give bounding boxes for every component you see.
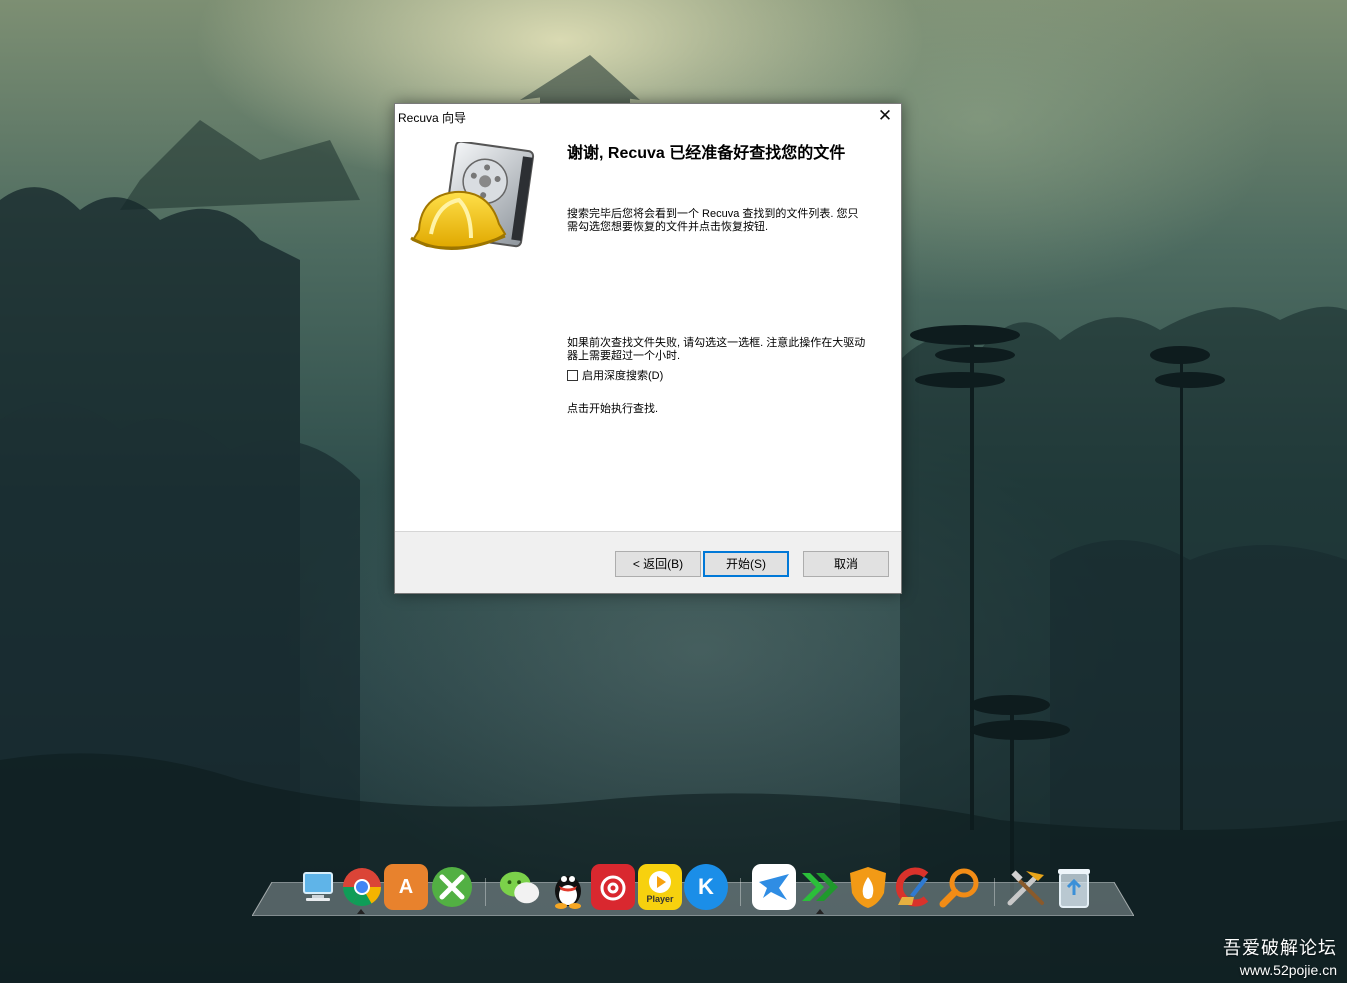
- chrome-icon[interactable]: [340, 864, 384, 910]
- start-instruction-text: 点击开始执行查找.: [567, 403, 659, 415]
- kugou-icon[interactable]: K: [684, 864, 728, 910]
- thunder-icon[interactable]: [752, 864, 796, 910]
- player-icon[interactable]: Player: [638, 864, 682, 910]
- deep-scan-option[interactable]: 启用深度搜索(D): [567, 367, 663, 383]
- deep-scan-checkbox[interactable]: [567, 369, 578, 381]
- kugou-label: K: [698, 874, 714, 899]
- running-indicator: [357, 909, 365, 914]
- wechat-icon[interactable]: [498, 864, 542, 910]
- ccleaner-icon[interactable]: [892, 864, 936, 910]
- cancel-button[interactable]: 取消: [803, 551, 889, 577]
- deep-scan-info-text: 如果前次查找文件失败, 请勾选这一选框. 注意此操作在大驱动器上需要超过一个小时…: [567, 337, 866, 362]
- watermark-title: 吾爱破解论坛: [1223, 938, 1337, 958]
- firewall-icon[interactable]: [846, 864, 890, 910]
- arrow-app-icon[interactable]: [798, 864, 842, 910]
- xbox-icon[interactable]: [430, 864, 474, 910]
- app-store-icon[interactable]: A: [384, 864, 428, 910]
- computer-icon[interactable]: [296, 864, 340, 910]
- start-button[interactable]: 开始(S): [703, 551, 789, 577]
- running-indicator: [816, 909, 824, 914]
- player-label: Player: [646, 894, 674, 904]
- dock-separator: [994, 878, 995, 906]
- wizard-heading: 谢谢, Recuva 已经准备好查找您的文件: [567, 145, 846, 162]
- window-title: Recuva 向导: [398, 111, 467, 125]
- results-info-text: 搜索完毕后您将会看到一个 Recuva 查找到的文件列表. 您只需勾选您想要恢复…: [567, 208, 859, 233]
- recuva-logo-icon: [410, 142, 535, 250]
- dock-separator: [485, 878, 486, 906]
- netease-music-icon[interactable]: [591, 864, 635, 910]
- qq-icon[interactable]: [546, 864, 590, 910]
- button-bar: < 返回(B) 开始(S) 取消: [395, 531, 901, 593]
- recycle-bin-icon[interactable]: [1052, 864, 1096, 910]
- back-button[interactable]: < 返回(B): [615, 551, 701, 577]
- desktop: Recuva 向导 ✕ 谢谢, Recuva 已经准备好查找您的文件 搜索完毕后…: [0, 0, 1347, 983]
- search-tool-icon[interactable]: [938, 864, 982, 910]
- deep-scan-label[interactable]: 启用深度搜索(D): [582, 367, 663, 383]
- dock-separator: [740, 878, 741, 906]
- forum-watermark: 吾爱破解论坛 www.52pojie.cn: [1223, 934, 1337, 978]
- watermark-url: www.52pojie.cn: [1239, 962, 1337, 978]
- tools-icon[interactable]: [1004, 864, 1048, 910]
- title-bar[interactable]: Recuva 向导 ✕: [395, 104, 901, 129]
- close-icon[interactable]: ✕: [869, 104, 901, 129]
- app-store-label: A: [398, 875, 414, 898]
- recuva-wizard-dialog: Recuva 向导 ✕ 谢谢, Recuva 已经准备好查找您的文件 搜索完毕后…: [394, 103, 902, 594]
